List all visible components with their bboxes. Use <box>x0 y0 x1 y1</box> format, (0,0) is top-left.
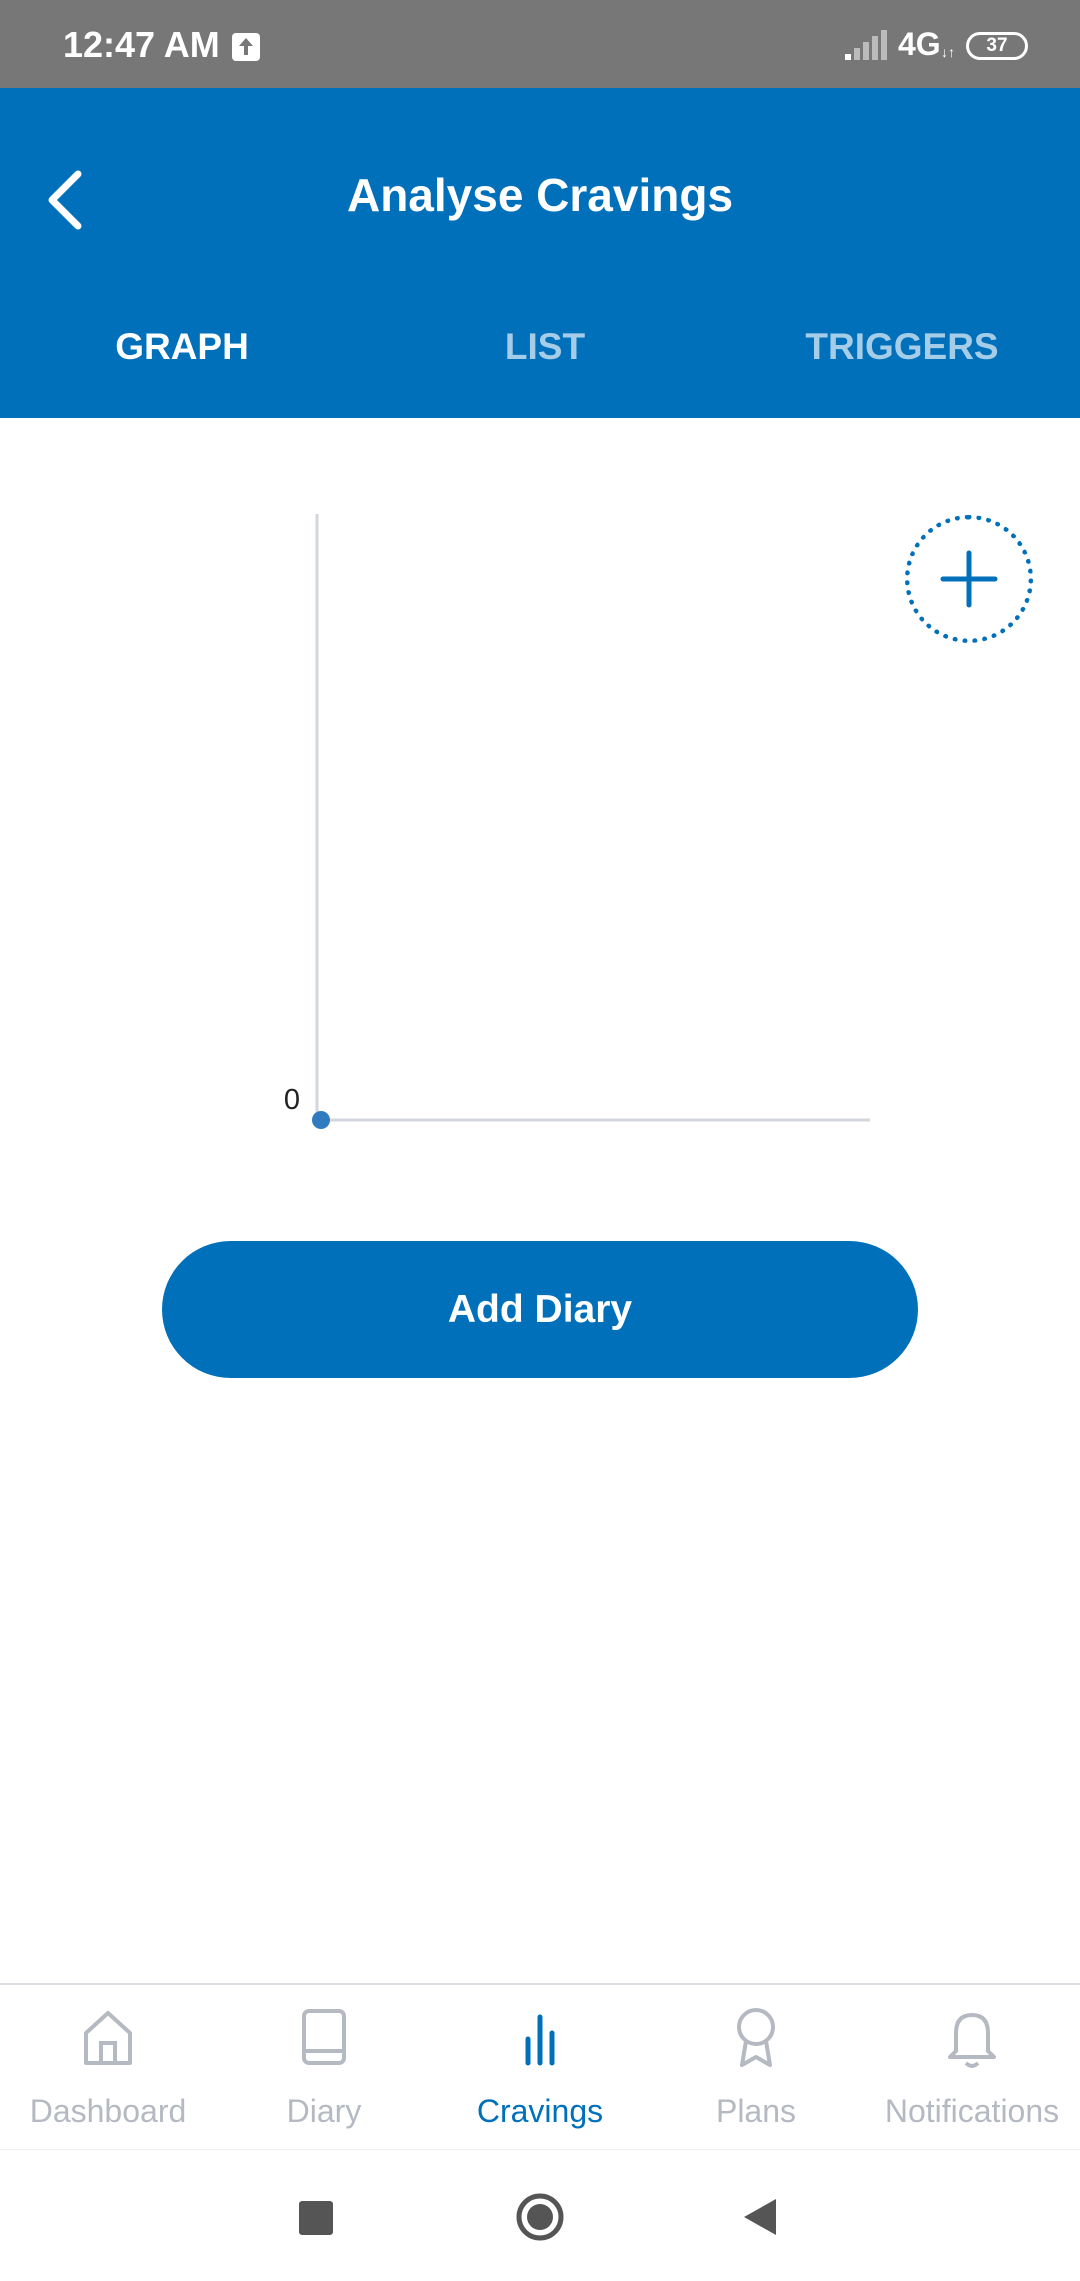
nav-item-diary[interactable]: Diary <box>216 1985 432 2151</box>
tab-graph[interactable]: GRAPH <box>32 326 332 368</box>
status-time: 12:47 AM <box>63 24 220 65</box>
y-tick-label: 0 <box>284 1084 300 1116</box>
battery-icon: 37 <box>966 32 1028 60</box>
nav-label-dashboard: Dashboard <box>29 2093 187 2129</box>
home-icon <box>84 2011 132 2065</box>
home-button[interactable] <box>515 2192 565 2242</box>
nav-item-cravings[interactable]: Cravings <box>432 1985 648 2151</box>
signal-icon <box>845 30 887 67</box>
triangle-left-icon <box>744 2199 776 2235</box>
nav-label-plans: Plans <box>715 2093 797 2129</box>
add-diary-button[interactable]: Add Diary <box>162 1241 918 1378</box>
nav-item-dashboard[interactable]: Dashboard <box>0 1985 216 2151</box>
tab-list[interactable]: LIST <box>395 326 695 368</box>
nav-item-notifications[interactable]: Notifications <box>864 1985 1080 2151</box>
nav-label-cravings: Cravings <box>476 2093 604 2129</box>
award-icon <box>737 2008 775 2067</box>
status-bar: 12:47 AM 4G ↓↑ 37 <box>0 0 1080 88</box>
plus-icon <box>940 550 998 608</box>
page-title: Analyse Cravings <box>346 169 734 221</box>
network-activity-icon: ↓↑ <box>941 44 955 60</box>
nav-label-diary: Diary <box>286 2093 362 2129</box>
network-type: 4G <box>898 26 941 62</box>
recents-button[interactable] <box>299 2201 333 2235</box>
tab-triggers[interactable]: TRIGGERS <box>752 326 1052 368</box>
bar-chart-icon <box>525 2014 555 2066</box>
system-back-button[interactable] <box>740 2195 780 2239</box>
circle-icon <box>516 2193 564 2241</box>
bottom-nav: Dashboard Diary Cravings Plans Notificat… <box>0 1983 1080 2151</box>
nav-label-notifications: Notifications <box>884 2093 1060 2129</box>
nav-item-plans[interactable]: Plans <box>648 1985 864 2151</box>
chart-data-point <box>312 1111 330 1129</box>
app-bar: Analyse Cravings GRAPH LIST TRIGGERS <box>0 88 1080 418</box>
bell-icon <box>948 2013 996 2068</box>
upload-icon <box>232 33 260 61</box>
system-nav-bar <box>0 2149 1080 2281</box>
book-icon <box>302 2009 346 2065</box>
add-craving-button[interactable] <box>905 515 1033 643</box>
